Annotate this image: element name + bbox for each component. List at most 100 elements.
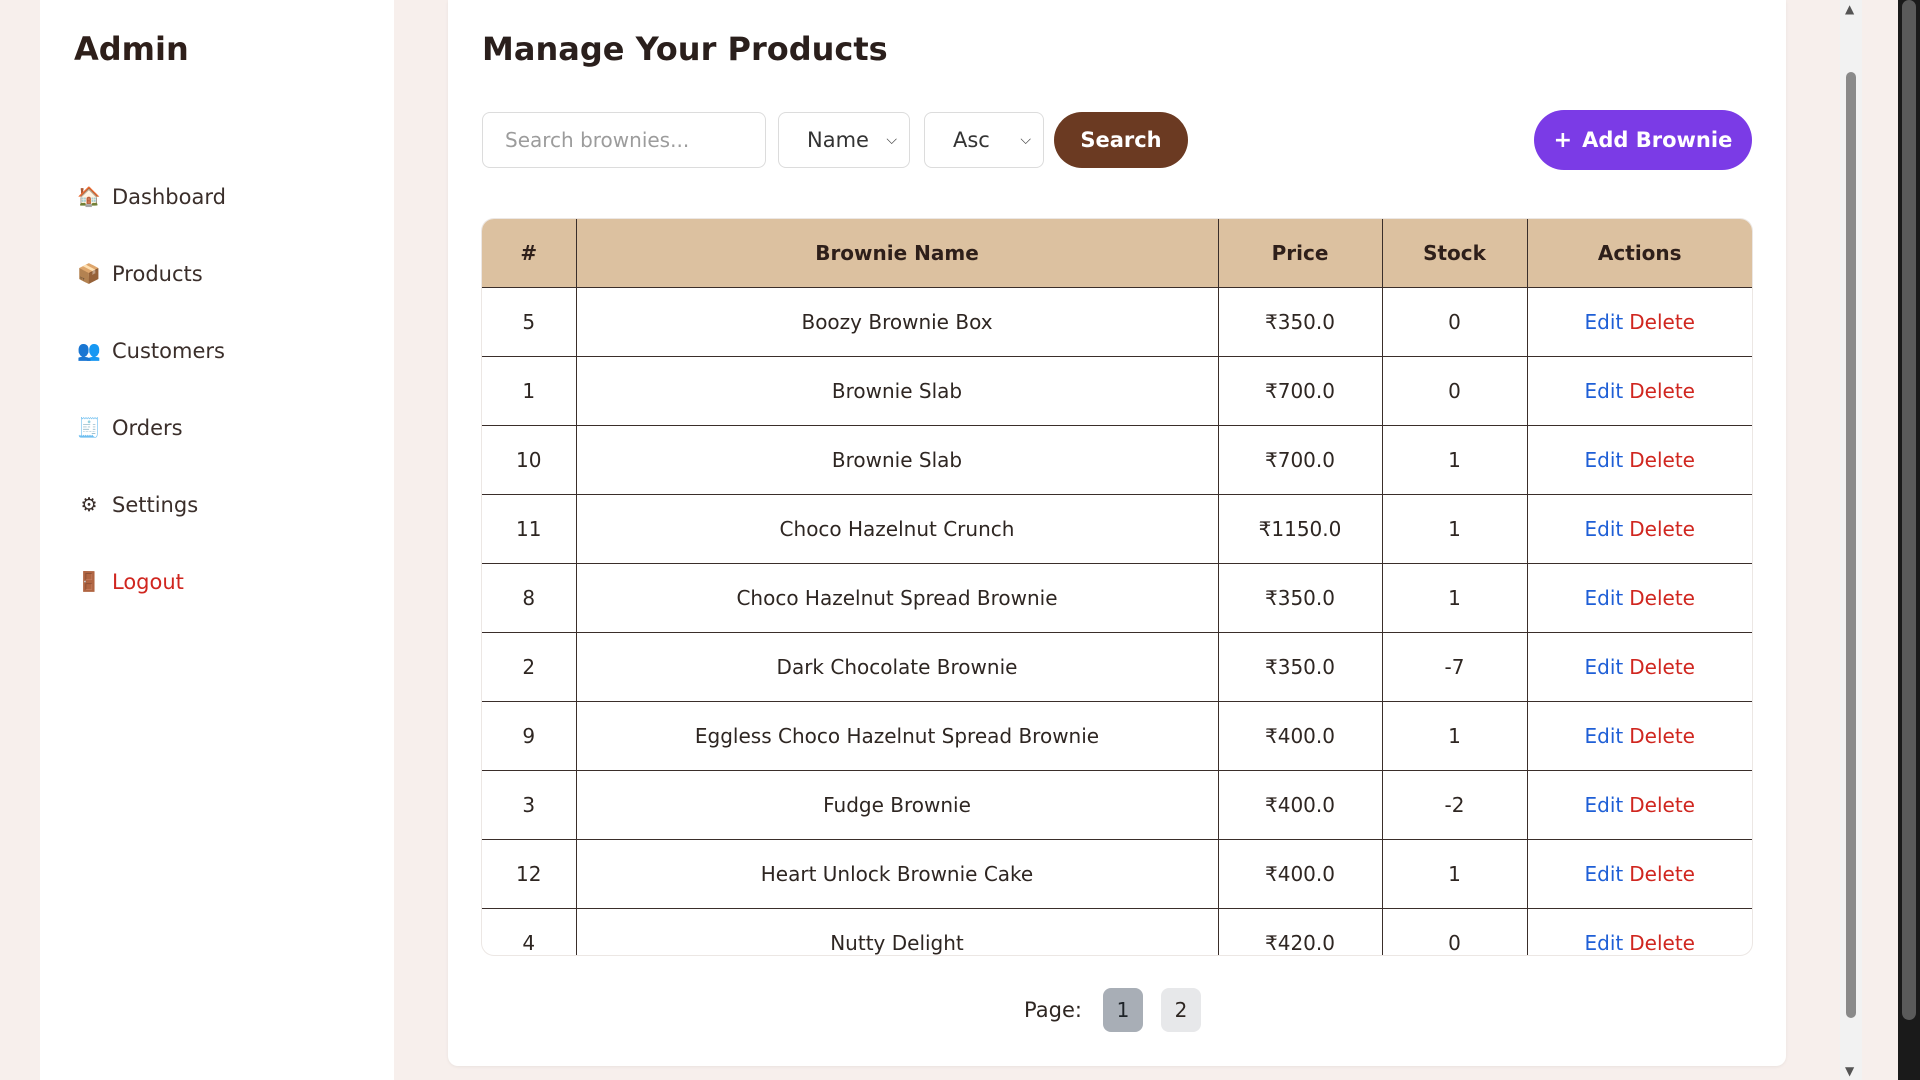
- delete-link[interactable]: Delete: [1629, 724, 1695, 748]
- scroll-down-arrow-icon[interactable]: ▼: [1845, 1064, 1854, 1078]
- add-brownie-button[interactable]: + Add Brownie: [1534, 110, 1752, 170]
- cell-actions: Edit Delete: [1527, 494, 1752, 564]
- cell-actions: Edit Delete: [1527, 770, 1752, 840]
- sidebar-item-customers[interactable]: 👥 Customers: [76, 312, 226, 389]
- add-brownie-label: Add Brownie: [1582, 128, 1733, 152]
- sidebar-item-logout[interactable]: 🚪 Logout: [76, 543, 226, 620]
- pagination-label: Page:: [1024, 998, 1082, 1022]
- column-header-stock[interactable]: Stock: [1382, 219, 1528, 288]
- delete-link[interactable]: Delete: [1629, 793, 1695, 817]
- table-row: 11 Choco Hazelnut Crunch ₹1150.0 1 Edit Delet…: [482, 494, 1752, 564]
- delete-link[interactable]: Delete: [1629, 862, 1695, 886]
- delete-link[interactable]: Delete: [1629, 931, 1695, 955]
- edit-link[interactable]: Edit: [1585, 931, 1624, 955]
- cell-name: Brownie Slab: [576, 425, 1219, 495]
- page-title: Manage Your Products: [482, 30, 888, 68]
- column-header-id[interactable]: #: [482, 219, 577, 288]
- cell-name: Brownie Slab: [576, 356, 1219, 426]
- edit-link[interactable]: Edit: [1585, 655, 1624, 679]
- table-row: 10 Brownie Slab ₹700.0 1 Edit Delete: [482, 425, 1752, 495]
- sidebar-item-label: Logout: [112, 569, 184, 594]
- package-icon: 📦: [77, 263, 101, 285]
- delete-link[interactable]: Delete: [1629, 655, 1695, 679]
- cell-price: ₹420.0: [1218, 908, 1383, 955]
- cell-actions: Edit Delete: [1527, 425, 1752, 495]
- cell-price: ₹400.0: [1218, 770, 1383, 840]
- cell-id: 1: [482, 356, 577, 426]
- search-input[interactable]: [482, 112, 766, 168]
- table-row: 5 Boozy Brownie Box ₹350.0 0 Edit Delete: [482, 287, 1752, 357]
- edit-link[interactable]: Edit: [1585, 862, 1624, 886]
- edit-link[interactable]: Edit: [1585, 448, 1624, 472]
- cell-price: ₹350.0: [1218, 563, 1383, 633]
- cell-stock: -2: [1382, 770, 1528, 840]
- sidebar-item-dashboard[interactable]: 🏠 Dashboard: [76, 158, 226, 235]
- table-row: 1 Brownie Slab ₹700.0 0 Edit Delete: [482, 356, 1752, 426]
- cell-stock: 1: [1382, 839, 1528, 909]
- edit-link[interactable]: Edit: [1585, 586, 1624, 610]
- cell-name: Boozy Brownie Box: [576, 287, 1219, 357]
- delete-link[interactable]: Delete: [1629, 586, 1695, 610]
- table-header-row: # Brownie Name Price Stock Actions: [482, 219, 1752, 288]
- sidebar-item-settings[interactable]: ⚙ Settings: [76, 466, 226, 543]
- page-button-1[interactable]: 1: [1102, 988, 1143, 1032]
- column-header-name[interactable]: Brownie Name: [576, 219, 1219, 288]
- edit-link[interactable]: Edit: [1585, 724, 1624, 748]
- sort-order-select[interactable]: Asc ⌵: [924, 112, 1044, 168]
- pagination: Page: 1 2: [448, 988, 1786, 1032]
- column-header-actions: Actions: [1527, 219, 1752, 288]
- cell-id: 10: [482, 425, 577, 495]
- edit-link[interactable]: Edit: [1585, 379, 1624, 403]
- door-icon: 🚪: [77, 571, 101, 593]
- cell-stock: 1: [1382, 701, 1528, 771]
- products-table: # Brownie Name Price Stock Actions 5 Booz…: [482, 219, 1752, 955]
- table-row: 12 Heart Unlock Brownie Cake ₹400.0 1 Edit De…: [482, 839, 1752, 909]
- cell-price: ₹350.0: [1218, 632, 1383, 702]
- cell-stock: 1: [1382, 563, 1528, 633]
- cell-name: Choco Hazelnut Crunch: [576, 494, 1219, 564]
- cell-id: 4: [482, 908, 577, 955]
- sidebar-nav: 🏠 Dashboard 📦 Products 👥 Customers 🧾 Ord…: [76, 158, 226, 620]
- scrollbar-thumb[interactable]: [1846, 72, 1856, 1018]
- chevron-down-icon: ⌵: [1020, 132, 1031, 148]
- sidebar-item-products[interactable]: 📦 Products: [76, 235, 226, 312]
- cell-actions: Edit Delete: [1527, 632, 1752, 702]
- table-body: 5 Boozy Brownie Box ₹350.0 0 Edit Delete 1 Brow…: [482, 287, 1752, 955]
- sort-order-value: Asc: [953, 128, 990, 152]
- cell-name: Nutty Delight: [576, 908, 1219, 955]
- cell-actions: Edit Delete: [1527, 839, 1752, 909]
- cell-name: Dark Chocolate Brownie: [576, 632, 1219, 702]
- delete-link[interactable]: Delete: [1629, 448, 1695, 472]
- edit-link[interactable]: Edit: [1585, 517, 1624, 541]
- sidebar-item-label: Orders: [112, 415, 183, 440]
- sidebar-item-orders[interactable]: 🧾 Orders: [76, 389, 226, 466]
- sort-field-select[interactable]: Name ⌵: [778, 112, 910, 168]
- cell-id: 5: [482, 287, 577, 357]
- cell-name: Eggless Choco Hazelnut Spread Brownie: [576, 701, 1219, 771]
- sidebar-item-label: Products: [112, 261, 203, 286]
- edit-link[interactable]: Edit: [1585, 793, 1624, 817]
- sidebar: Admin 🏠 Dashboard 📦 Products 👥 Customers…: [40, 0, 394, 1080]
- window-edge-scrollbar: [1898, 0, 1920, 1080]
- delete-link[interactable]: Delete: [1629, 517, 1695, 541]
- cell-price: ₹700.0: [1218, 356, 1383, 426]
- sidebar-item-label: Settings: [112, 492, 199, 517]
- table-row: 3 Fudge Brownie ₹400.0 -2 Edit Delete: [482, 770, 1752, 840]
- users-icon: 👥: [77, 340, 101, 362]
- delete-link[interactable]: Delete: [1629, 379, 1695, 403]
- edit-link[interactable]: Edit: [1585, 310, 1624, 334]
- cell-stock: 0: [1382, 908, 1528, 955]
- table-row: 8 Choco Hazelnut Spread Brownie ₹350.0 1 Edi…: [482, 563, 1752, 633]
- page-scrollbar[interactable]: ▲ ▼: [1840, 0, 1862, 1080]
- delete-link[interactable]: Delete: [1629, 310, 1695, 334]
- table-row: 4 Nutty Delight ₹420.0 0 Edit Delete: [482, 908, 1752, 955]
- cell-name: Choco Hazelnut Spread Brownie: [576, 563, 1219, 633]
- scroll-up-arrow-icon[interactable]: ▲: [1845, 2, 1854, 16]
- cell-stock: 1: [1382, 494, 1528, 564]
- table-row: 9 Eggless Choco Hazelnut Spread Brownie ₹4…: [482, 701, 1752, 771]
- page-button-2[interactable]: 2: [1160, 988, 1201, 1032]
- column-header-price[interactable]: Price: [1218, 219, 1383, 288]
- window-edge-thumb: [1902, 0, 1916, 1020]
- search-button[interactable]: Search: [1054, 112, 1188, 168]
- cell-id: 8: [482, 563, 577, 633]
